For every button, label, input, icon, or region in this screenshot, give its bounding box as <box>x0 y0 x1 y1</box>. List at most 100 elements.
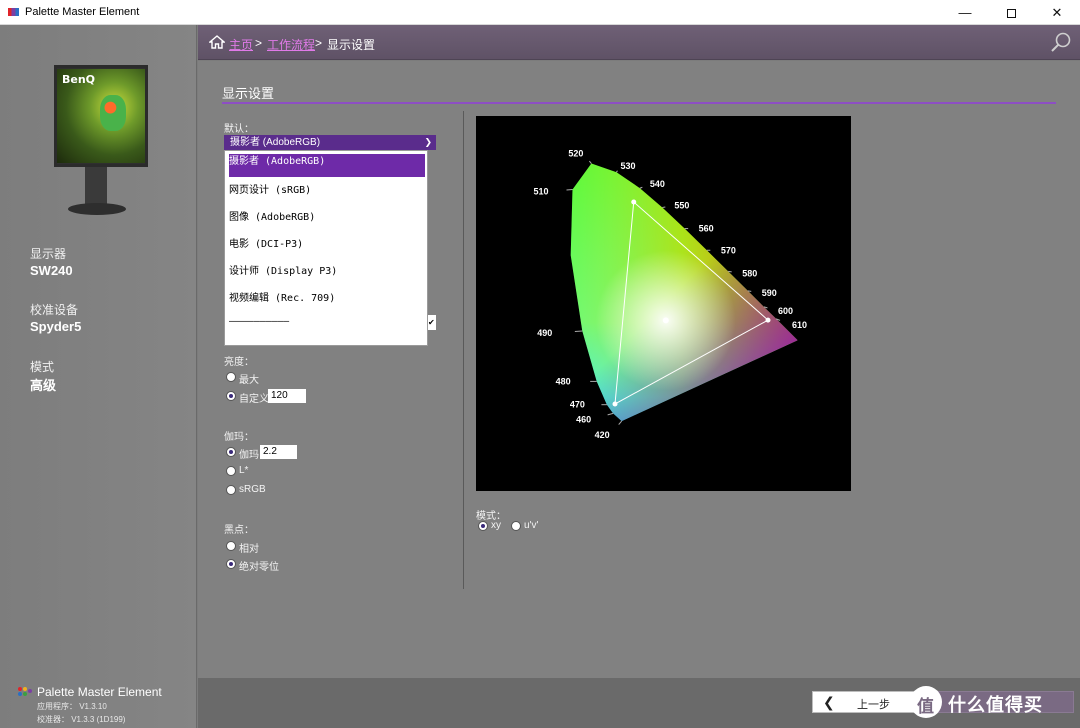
wavelength-label: 600 <box>778 306 793 316</box>
breadcrumb-workflow[interactable]: 工作流程 <box>267 36 315 53</box>
locus-tick <box>728 270 732 273</box>
wavelength-label: 550 <box>674 201 689 211</box>
wavelength-label: 540 <box>650 179 665 189</box>
wavelength-label: 460 <box>576 414 591 424</box>
white-point <box>662 317 669 324</box>
maximize-icon <box>1006 9 1016 19</box>
preset-option[interactable]: 视频编辑 (Rec. 709) <box>229 289 335 304</box>
check-icon: ✔ <box>428 315 436 330</box>
breadcrumb-current: 显示设置 <box>327 38 376 52</box>
watermark-text: 什么值得买 <box>948 695 1043 715</box>
frog-picture <box>100 95 126 131</box>
locus-tick <box>566 189 573 191</box>
title-bar: Palette Master Element — ✕ <box>0 0 1080 25</box>
preset-select[interactable]: 摄影者 (AdobeRGB) ❯ <box>224 135 436 150</box>
preset-option[interactable]: 设计师 (Display P3) <box>229 262 337 277</box>
wavelength-label: 580 <box>742 268 757 278</box>
app-version: 应用程序： V1.3.10 <box>37 702 107 711</box>
black-point-label: 黑点： <box>224 525 254 536</box>
chart-mode-xy-radio[interactable] <box>478 521 488 531</box>
preset-option[interactable]: 摄影者 (AdobeRGB) <box>229 154 425 177</box>
locus-tick <box>574 330 583 332</box>
black-point-relative-label: 相对 <box>239 544 259 555</box>
brightness-max-radio[interactable] <box>226 372 236 382</box>
gamma-lstar-label: L* <box>239 465 249 476</box>
wavelength-label: 560 <box>699 224 714 234</box>
maximize-button[interactable] <box>988 0 1034 25</box>
calibrator-version: 校准器： V1.3.3 (1D199) <box>37 715 126 724</box>
primary-point-blue <box>612 401 618 407</box>
primary-point-red <box>765 317 771 323</box>
mode-label: 模式 <box>30 360 55 374</box>
wavelength-label: 610 <box>792 320 807 330</box>
brightness-label: 亮度： <box>224 357 254 368</box>
gamma-option-label: 伽玛 <box>239 450 259 461</box>
display-value: SW240 <box>30 263 73 278</box>
chart-mode-uv-radio[interactable] <box>511 521 521 531</box>
bottom-bar: ❮ 上一步 值 什么值得买 <box>198 678 1080 728</box>
home-icon[interactable] <box>209 35 225 49</box>
black-point-relative-radio[interactable] <box>226 541 236 551</box>
gamma-label: 伽玛： <box>224 432 254 443</box>
display-label: 显示器 <box>30 247 67 261</box>
chart-mode-xy-label: xy <box>491 520 501 531</box>
gamma-input[interactable]: 2.2 <box>260 445 297 459</box>
locus-tick <box>662 206 666 208</box>
mode-value: 高级 <box>30 378 57 393</box>
chevron-down-icon: ❯ <box>424 137 432 147</box>
brightness-max-label: 最大 <box>239 375 259 386</box>
locus-tick <box>607 412 614 416</box>
preset-option[interactable]: —————————— <box>229 316 289 327</box>
preset-label: 默认： <box>224 124 254 135</box>
logo-icon <box>18 687 32 697</box>
black-point-absolute-radio[interactable] <box>226 559 236 569</box>
preset-option[interactable]: 电影 (DCI-P3) <box>229 235 303 250</box>
wavelength-label: 510 <box>533 187 548 197</box>
breadcrumb-separator: > <box>255 36 263 50</box>
app-icon <box>8 8 19 16</box>
sidebar: BenQ 显示器 SW240 校准设备 Spyder5 模式 高级 Palett… <box>0 25 197 728</box>
breadcrumb-home[interactable]: 主页 <box>229 36 253 53</box>
title-divider <box>222 102 1056 104</box>
monitor-stand <box>85 167 107 205</box>
brightness-custom-radio[interactable] <box>226 391 236 401</box>
cie-chromaticity-chart: 420 460 470 480 490 510 520 530 540 550 560 570 580 5… <box>476 116 851 491</box>
monitor-brand: BenQ <box>62 73 96 86</box>
gamma-radio[interactable] <box>226 447 236 457</box>
app-name: Palette Master Element <box>37 685 162 699</box>
gamma-srgb-label: sRGB <box>239 484 266 495</box>
chart-mode-uv-label: u'v' <box>524 520 539 531</box>
monitor-image: BenQ <box>54 65 152 220</box>
preset-selected: 摄影者 (AdobeRGB) <box>230 137 321 148</box>
locus-tick <box>616 170 618 173</box>
gamma-lstar-radio[interactable] <box>226 466 236 476</box>
brightness-custom-label: 自定义 <box>239 394 269 405</box>
wavelength-label: 490 <box>537 328 552 338</box>
window-title: Palette Master Element <box>25 6 140 18</box>
black-point-absolute-label: 绝对零位 <box>239 562 279 573</box>
close-button[interactable]: ✕ <box>1034 0 1080 25</box>
watermark: 值 什么值得买 <box>910 686 1075 720</box>
search-icon[interactable] <box>1050 31 1072 53</box>
locus-tick <box>747 290 752 292</box>
preset-option[interactable]: 网页设计 (sRGB) <box>229 181 311 196</box>
gamma-srgb-radio[interactable] <box>226 485 236 495</box>
watermark-badge: 值 <box>910 686 942 718</box>
wavelength-label: 480 <box>556 376 571 386</box>
brightness-input[interactable]: 120 <box>268 389 306 403</box>
breadcrumb-separator: > <box>315 36 323 50</box>
chart-svg: 420 460 470 480 490 510 520 530 540 550 560 570 580 5… <box>533 149 807 441</box>
main-content: 显示设置 默认： 摄影者 (AdobeRGB) ❯ 摄影者 (AdobeRGB)… <box>198 61 1080 678</box>
previous-label: 上一步 <box>857 699 890 711</box>
header-bar: 主页 > 工作流程 > 显示设置 <box>198 25 1080 60</box>
locus-tick <box>588 160 592 164</box>
wavelength-label: 590 <box>762 288 777 298</box>
locus-tick <box>618 420 623 425</box>
chevron-left-icon: ❮ <box>823 694 835 710</box>
preset-option[interactable]: 图像 (AdobeRGB) <box>229 208 315 223</box>
wavelength-label: 420 <box>595 430 610 440</box>
locus-tick <box>639 186 643 189</box>
calibrator-value: Spyder5 <box>30 319 82 334</box>
minimize-button[interactable]: — <box>942 0 988 25</box>
column-divider <box>463 111 464 589</box>
